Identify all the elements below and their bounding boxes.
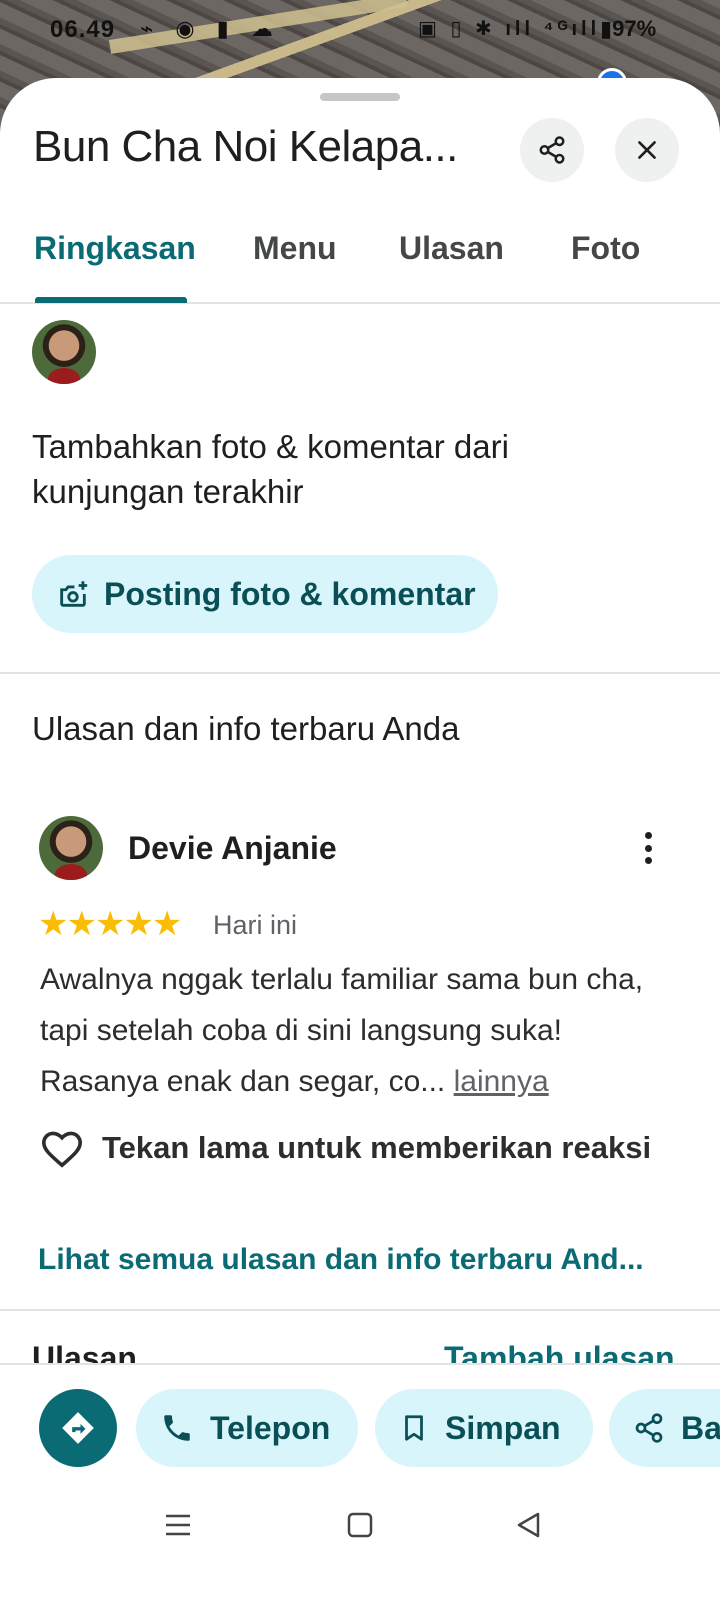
divider	[0, 672, 720, 674]
review-body: Awalnya nggak terlalu familiar sama bun …	[40, 963, 644, 1098]
tab-menu[interactable]: Menu	[253, 230, 337, 267]
signal-icons: ▣ ▯ ✱ ıll ⁴ᴳıll	[418, 18, 601, 40]
directions-button[interactable]	[39, 1389, 117, 1467]
reviewer-name[interactable]: Devie Anjanie	[128, 830, 337, 867]
home-square-icon	[347, 1512, 373, 1538]
add-photo-prompt: Tambahkan foto & komentar dari kunjungan…	[32, 428, 509, 510]
close-button[interactable]	[615, 118, 679, 182]
notification-icons: ⌁ ◉ ▮ ☁	[140, 16, 281, 41]
place-title: Bun Cha Noi Kelapa...	[33, 122, 458, 171]
battery-percent: 97%	[612, 16, 657, 41]
review-text: Awalnya nggak terlalu familiar sama bun …	[40, 954, 680, 1107]
directions-icon	[62, 1412, 94, 1444]
call-label: Telepon	[210, 1409, 331, 1446]
save-button[interactable]: Simpan	[375, 1389, 593, 1467]
share-label: Bagikan	[681, 1409, 720, 1446]
post-photo-label: Posting foto & komentar	[104, 575, 476, 612]
see-all-reviews-link[interactable]: Lihat semua ulasan dan info terbaru And.…	[38, 1243, 678, 1277]
save-label: Simpan	[445, 1409, 561, 1446]
menu-icon	[166, 1514, 190, 1536]
system-nav-bar	[0, 1475, 720, 1600]
tab-ulasan[interactable]: Ulasan	[399, 230, 504, 267]
tab-foto[interactable]: Foto	[571, 230, 640, 267]
share-icon	[635, 1413, 663, 1443]
share-button[interactable]	[520, 118, 584, 182]
post-photo-review-button[interactable]: Posting foto & komentar	[32, 555, 498, 633]
more-options-icon[interactable]	[632, 828, 664, 868]
phone-icon	[164, 1415, 190, 1441]
share-place-button[interactable]: Bagikan	[609, 1389, 720, 1467]
back-triangle-icon	[517, 1512, 540, 1538]
read-more-link[interactable]: lainnya	[454, 1065, 549, 1098]
reviewer-avatar[interactable]	[39, 816, 103, 880]
battery-level: ▮97%	[600, 16, 657, 41]
close-icon	[638, 141, 656, 159]
recents-button[interactable]	[156, 1503, 200, 1547]
share-icon	[539, 136, 565, 164]
tab-bar: Ringkasan Menu Ulasan Foto	[0, 218, 720, 304]
bookmark-icon	[405, 1415, 423, 1441]
active-tab-indicator	[35, 297, 187, 303]
add-photo-icon	[60, 581, 88, 607]
avatar[interactable]	[32, 320, 96, 384]
home-button[interactable]	[338, 1503, 382, 1547]
reaction-row[interactable]: Tekan lama untuk memberikan reaksi	[40, 1128, 651, 1168]
status-bar: 06.49 ⌁ ◉ ▮ ☁ ▣ ▯ ✱ ıll ⁴ᴳıll ▮97%	[0, 10, 720, 50]
rating-stars: ★★★★★	[38, 905, 182, 943]
drag-handle[interactable]	[320, 93, 400, 101]
status-time: 06.49	[50, 16, 116, 43]
heart-icon	[41, 1131, 83, 1168]
divider	[0, 1309, 720, 1311]
section-title-your-reviews: Ulasan dan info terbaru Anda	[32, 710, 460, 747]
review-date: Hari ini	[213, 910, 298, 940]
action-bar: Telepon Simpan Bagikan	[0, 1363, 720, 1475]
place-sheet: Bun Cha Noi Kelapa... Ringkasan Menu Ula…	[0, 78, 720, 1600]
tab-ringkasan[interactable]: Ringkasan	[34, 230, 196, 267]
call-button[interactable]: Telepon	[136, 1389, 358, 1467]
reaction-hint: Tekan lama untuk memberikan reaksi	[102, 1130, 652, 1165]
back-button[interactable]	[506, 1503, 550, 1547]
